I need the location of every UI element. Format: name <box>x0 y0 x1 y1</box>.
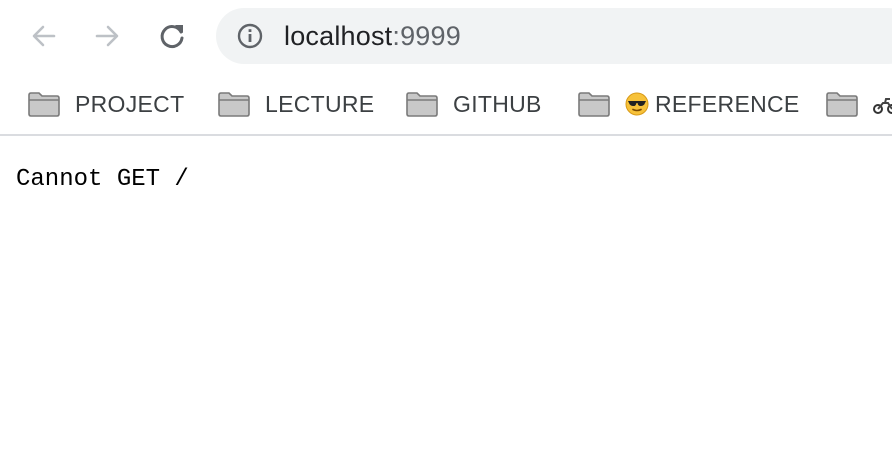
arrow-left-icon <box>32 25 56 47</box>
reload-icon <box>160 25 184 48</box>
bookmark-github[interactable]: GITHUB <box>405 88 542 120</box>
folder-icon <box>406 92 438 117</box>
bookmark-label: REFERENCE <box>655 90 800 117</box>
bookmark-reference[interactable]: REFERENCE <box>577 88 800 120</box>
browser-toolbar: localhost:9999 <box>0 0 892 72</box>
sunglasses-face-emoji <box>625 92 649 116</box>
bookmark-label: GITHUB <box>453 90 542 117</box>
url-text[interactable]: localhost:9999 <box>284 20 461 52</box>
bookmark-project[interactable]: PROJECT <box>27 88 184 120</box>
bookmark-label: PROJECT <box>75 90 185 117</box>
url-host: localhost <box>284 21 393 51</box>
bookmark-lecture[interactable]: LECTURE <box>217 88 374 120</box>
forward-button[interactable] <box>87 16 127 56</box>
folder-icon <box>578 92 610 117</box>
folder-icon <box>218 92 250 117</box>
url-port: :9999 <box>392 21 461 51</box>
bookmarks-bar: PROJECT LECTURE GITHUB REFERENCE <box>0 72 892 136</box>
folder-icon <box>826 92 858 117</box>
reload-button[interactable] <box>152 16 192 56</box>
back-button[interactable] <box>24 16 64 56</box>
info-icon[interactable] <box>236 22 264 50</box>
arrow-right-icon <box>95 25 119 47</box>
bookmark-label: LECTURE <box>265 90 375 117</box>
folder-icon <box>28 92 60 117</box>
motorcycle-emoji <box>873 98 892 114</box>
address-bar[interactable]: localhost:9999 <box>216 8 892 64</box>
bookmark-partial[interactable] <box>825 88 892 120</box>
page-body-text: Cannot GET / <box>16 166 189 193</box>
